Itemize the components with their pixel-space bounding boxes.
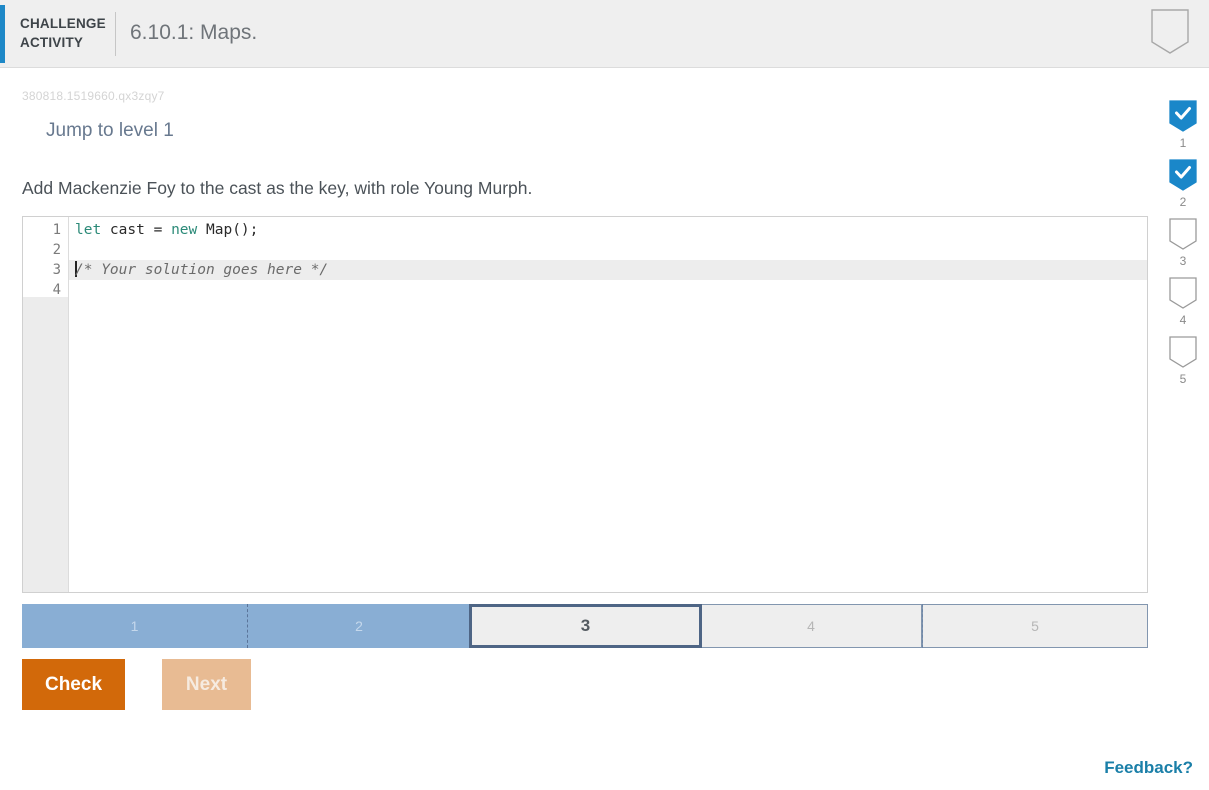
header-divider	[115, 12, 116, 56]
progress-segment-4[interactable]: 4	[700, 604, 922, 648]
level-indicator-number: 4	[1179, 313, 1187, 327]
challenge-label-line2: ACTIVITY	[20, 35, 84, 50]
activity-id: 380818.1519660.qx3zqy7	[22, 89, 165, 103]
page-title: 6.10.1: Maps.	[130, 21, 258, 44]
ribbon-empty-icon[interactable]	[1169, 336, 1197, 368]
ribbon-empty-icon[interactable]	[1169, 277, 1197, 309]
line-number: 1	[52, 222, 61, 238]
code-token: let	[75, 222, 102, 238]
check-button[interactable]: Check	[22, 659, 125, 710]
progress-segment-2[interactable]: 2	[247, 604, 471, 648]
level-indicator-rail[interactable]: 1 2 3 4 5	[1160, 100, 1206, 395]
code-line[interactable]: /* Your solution goes here */	[69, 260, 1147, 280]
level-progress-bar[interactable]: 1 2 3 4 5	[22, 604, 1148, 648]
code-token: Map	[197, 222, 233, 238]
code-line[interactable]: let cast = new Map();	[69, 220, 1147, 240]
progress-segment-label: 4	[807, 618, 815, 634]
progress-segment-label: 3	[580, 616, 591, 635]
level-indicator-5[interactable]: 5	[1160, 336, 1206, 394]
challenge-activity-label: CHALLENGE ACTIVITY	[20, 14, 110, 52]
progress-divider	[922, 604, 923, 648]
progress-segment-label: 5	[1031, 618, 1039, 634]
code-line[interactable]	[69, 280, 1147, 300]
ribbon-empty-icon[interactable]	[1169, 218, 1197, 250]
code-token: new	[171, 222, 198, 238]
line-number: 3	[52, 262, 61, 278]
next-button[interactable]: Next	[162, 659, 251, 710]
level-indicator-1[interactable]: 1	[1160, 100, 1206, 158]
challenge-label-line1: CHALLENGE	[20, 16, 106, 31]
level-indicator-number: 1	[1179, 136, 1187, 150]
progress-segment-label: 1	[130, 618, 139, 634]
level-indicator-number: 2	[1179, 195, 1187, 209]
code-token: cast	[101, 222, 154, 238]
level-indicator-number: 3	[1179, 254, 1187, 268]
editor-code-area[interactable]: let cast = new Map(); /* Your solution g…	[69, 220, 1147, 592]
progress-divider	[247, 604, 248, 648]
progress-segment-1[interactable]: 1	[22, 604, 247, 648]
feedback-link[interactable]: Feedback?	[1104, 758, 1193, 778]
jump-to-level-link[interactable]: Jump to level 1	[46, 120, 174, 142]
line-number: 2	[52, 242, 61, 258]
level-indicator-3[interactable]: 3	[1160, 218, 1206, 276]
ribbon-check-icon[interactable]	[1169, 159, 1197, 191]
ribbon-check-icon[interactable]	[1169, 100, 1197, 132]
exercise-prompt: Add Mackenzie Foy to the cast as the key…	[22, 178, 533, 198]
header-accent-bar	[0, 5, 5, 63]
code-token: /* Your solution goes here */	[75, 262, 329, 278]
level-indicator-number: 5	[1179, 372, 1187, 386]
progress-segment-label: 2	[355, 618, 363, 634]
code-line[interactable]	[69, 240, 1147, 260]
bookmark-outline-icon[interactable]	[1149, 8, 1191, 56]
code-editor[interactable]: 1 2 3 4 let cast = new Map(); /* Your solut…	[22, 216, 1148, 593]
line-number: 4	[52, 282, 61, 298]
challenge-header: CHALLENGE ACTIVITY 6.10.1: Maps.	[0, 0, 1209, 68]
level-indicator-2[interactable]: 2	[1160, 159, 1206, 217]
level-indicator-4[interactable]: 4	[1160, 277, 1206, 335]
progress-segment-3[interactable]: 3	[469, 604, 702, 648]
editor-line-numbers: 1 2 3 4	[23, 220, 61, 300]
progress-segment-5[interactable]: 5	[922, 604, 1148, 648]
code-token: ();	[232, 222, 259, 238]
